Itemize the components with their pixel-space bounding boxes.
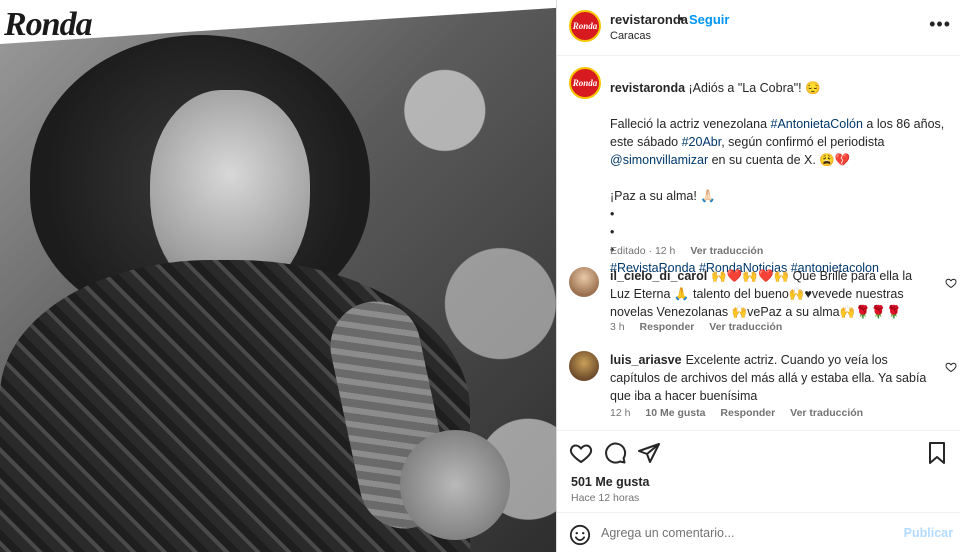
comment-meta: 3 h Responder Ver traducción: [610, 321, 794, 333]
author-username[interactable]: revistaronda: [610, 12, 688, 27]
comment-time: 12 h: [610, 407, 631, 419]
bullet: •: [610, 207, 615, 221]
caption-edited: Editado · 12 h: [610, 245, 676, 257]
bookmark-icon[interactable]: [925, 441, 949, 465]
caption-text-segment: en su cuenta de X. 😩💔: [708, 153, 851, 167]
commenter-avatar[interactable]: [569, 267, 599, 297]
comment-meta: 12 h 10 Me gusta Responder Ver traducció…: [610, 407, 875, 419]
comment-text: il_cielo_di_carol 🙌❤️🙌❤️🙌 Que Brille para…: [610, 267, 935, 321]
caption-avatar[interactable]: Ronda: [569, 67, 601, 99]
hashtag-link[interactable]: #20Abr: [682, 135, 722, 149]
caption-username[interactable]: revistaronda: [610, 81, 685, 95]
avatar-logo-text: Ronda: [572, 78, 598, 88]
follow-button[interactable]: Seguir: [689, 12, 729, 27]
ronda-logo: Ronda: [4, 6, 93, 43]
commenter-username[interactable]: il_cielo_di_carol: [610, 269, 707, 283]
reply-button[interactable]: Responder: [720, 407, 775, 419]
post-actions: 501 Me gusta Hace 12 horas: [557, 430, 960, 510]
publish-button[interactable]: Publicar: [904, 526, 953, 540]
caption-text-segment: Falleció la actriz venezolana: [610, 117, 771, 131]
like-heart-icon[interactable]: [945, 361, 957, 373]
bullet: •: [610, 225, 615, 239]
comment-likes[interactable]: 10 Me gusta: [645, 407, 705, 419]
caption-meta: Editado · 12 h Ver traducción: [610, 245, 775, 257]
caption-text-segment: , según confirmó el periodista: [721, 135, 885, 149]
comment-input[interactable]: [601, 521, 901, 545]
hand-shape: [400, 430, 510, 540]
like-heart-icon[interactable]: [945, 277, 957, 289]
share-paper-plane-icon[interactable]: [637, 441, 661, 465]
commenter-username[interactable]: luis_ariasve: [610, 353, 682, 367]
emoji-icon[interactable]: [569, 524, 591, 546]
post-location[interactable]: Caracas: [610, 30, 651, 42]
caption-line-1: ¡Adiós a "La Cobra"! 😔: [688, 81, 821, 95]
comment-form: Publicar: [557, 512, 960, 552]
comment-bubble-icon[interactable]: [603, 441, 627, 465]
hashtag-link[interactable]: #AntonietaColón: [771, 117, 863, 131]
comments-section[interactable]: Ronda revistaronda ¡Adiós a "La Cobra"! …: [557, 57, 960, 430]
post-time[interactable]: Hace 12 horas: [571, 492, 639, 504]
avatar-logo-text: Ronda: [572, 21, 598, 31]
translate-link[interactable]: Ver traducción: [709, 321, 782, 333]
comment-time: 3 h: [610, 321, 625, 333]
author-avatar[interactable]: Ronda: [569, 10, 601, 42]
like-heart-icon[interactable]: [569, 441, 593, 465]
translate-link[interactable]: Ver traducción: [690, 245, 763, 257]
likes-count[interactable]: 501 Me gusta: [571, 475, 650, 489]
caption-line-3: ¡Paz a su alma! 🙏🏻: [610, 189, 716, 203]
translate-link[interactable]: Ver traducción: [790, 407, 863, 419]
commenter-avatar[interactable]: [569, 351, 599, 381]
post-image[interactable]: Ronda: [0, 0, 556, 552]
post-header: Ronda revistaronda • Seguir Caracas •••: [557, 0, 960, 56]
mention-link[interactable]: @simonvillamizar: [610, 153, 708, 167]
post-sidebar: Ronda revistaronda • Seguir Caracas ••• …: [556, 0, 960, 552]
more-options-icon[interactable]: •••: [929, 14, 951, 35]
reply-button[interactable]: Responder: [640, 321, 695, 333]
separator-dot: •: [679, 11, 684, 26]
comment-text: luis_ariasve Excelente actriz. Cuando yo …: [610, 351, 935, 405]
